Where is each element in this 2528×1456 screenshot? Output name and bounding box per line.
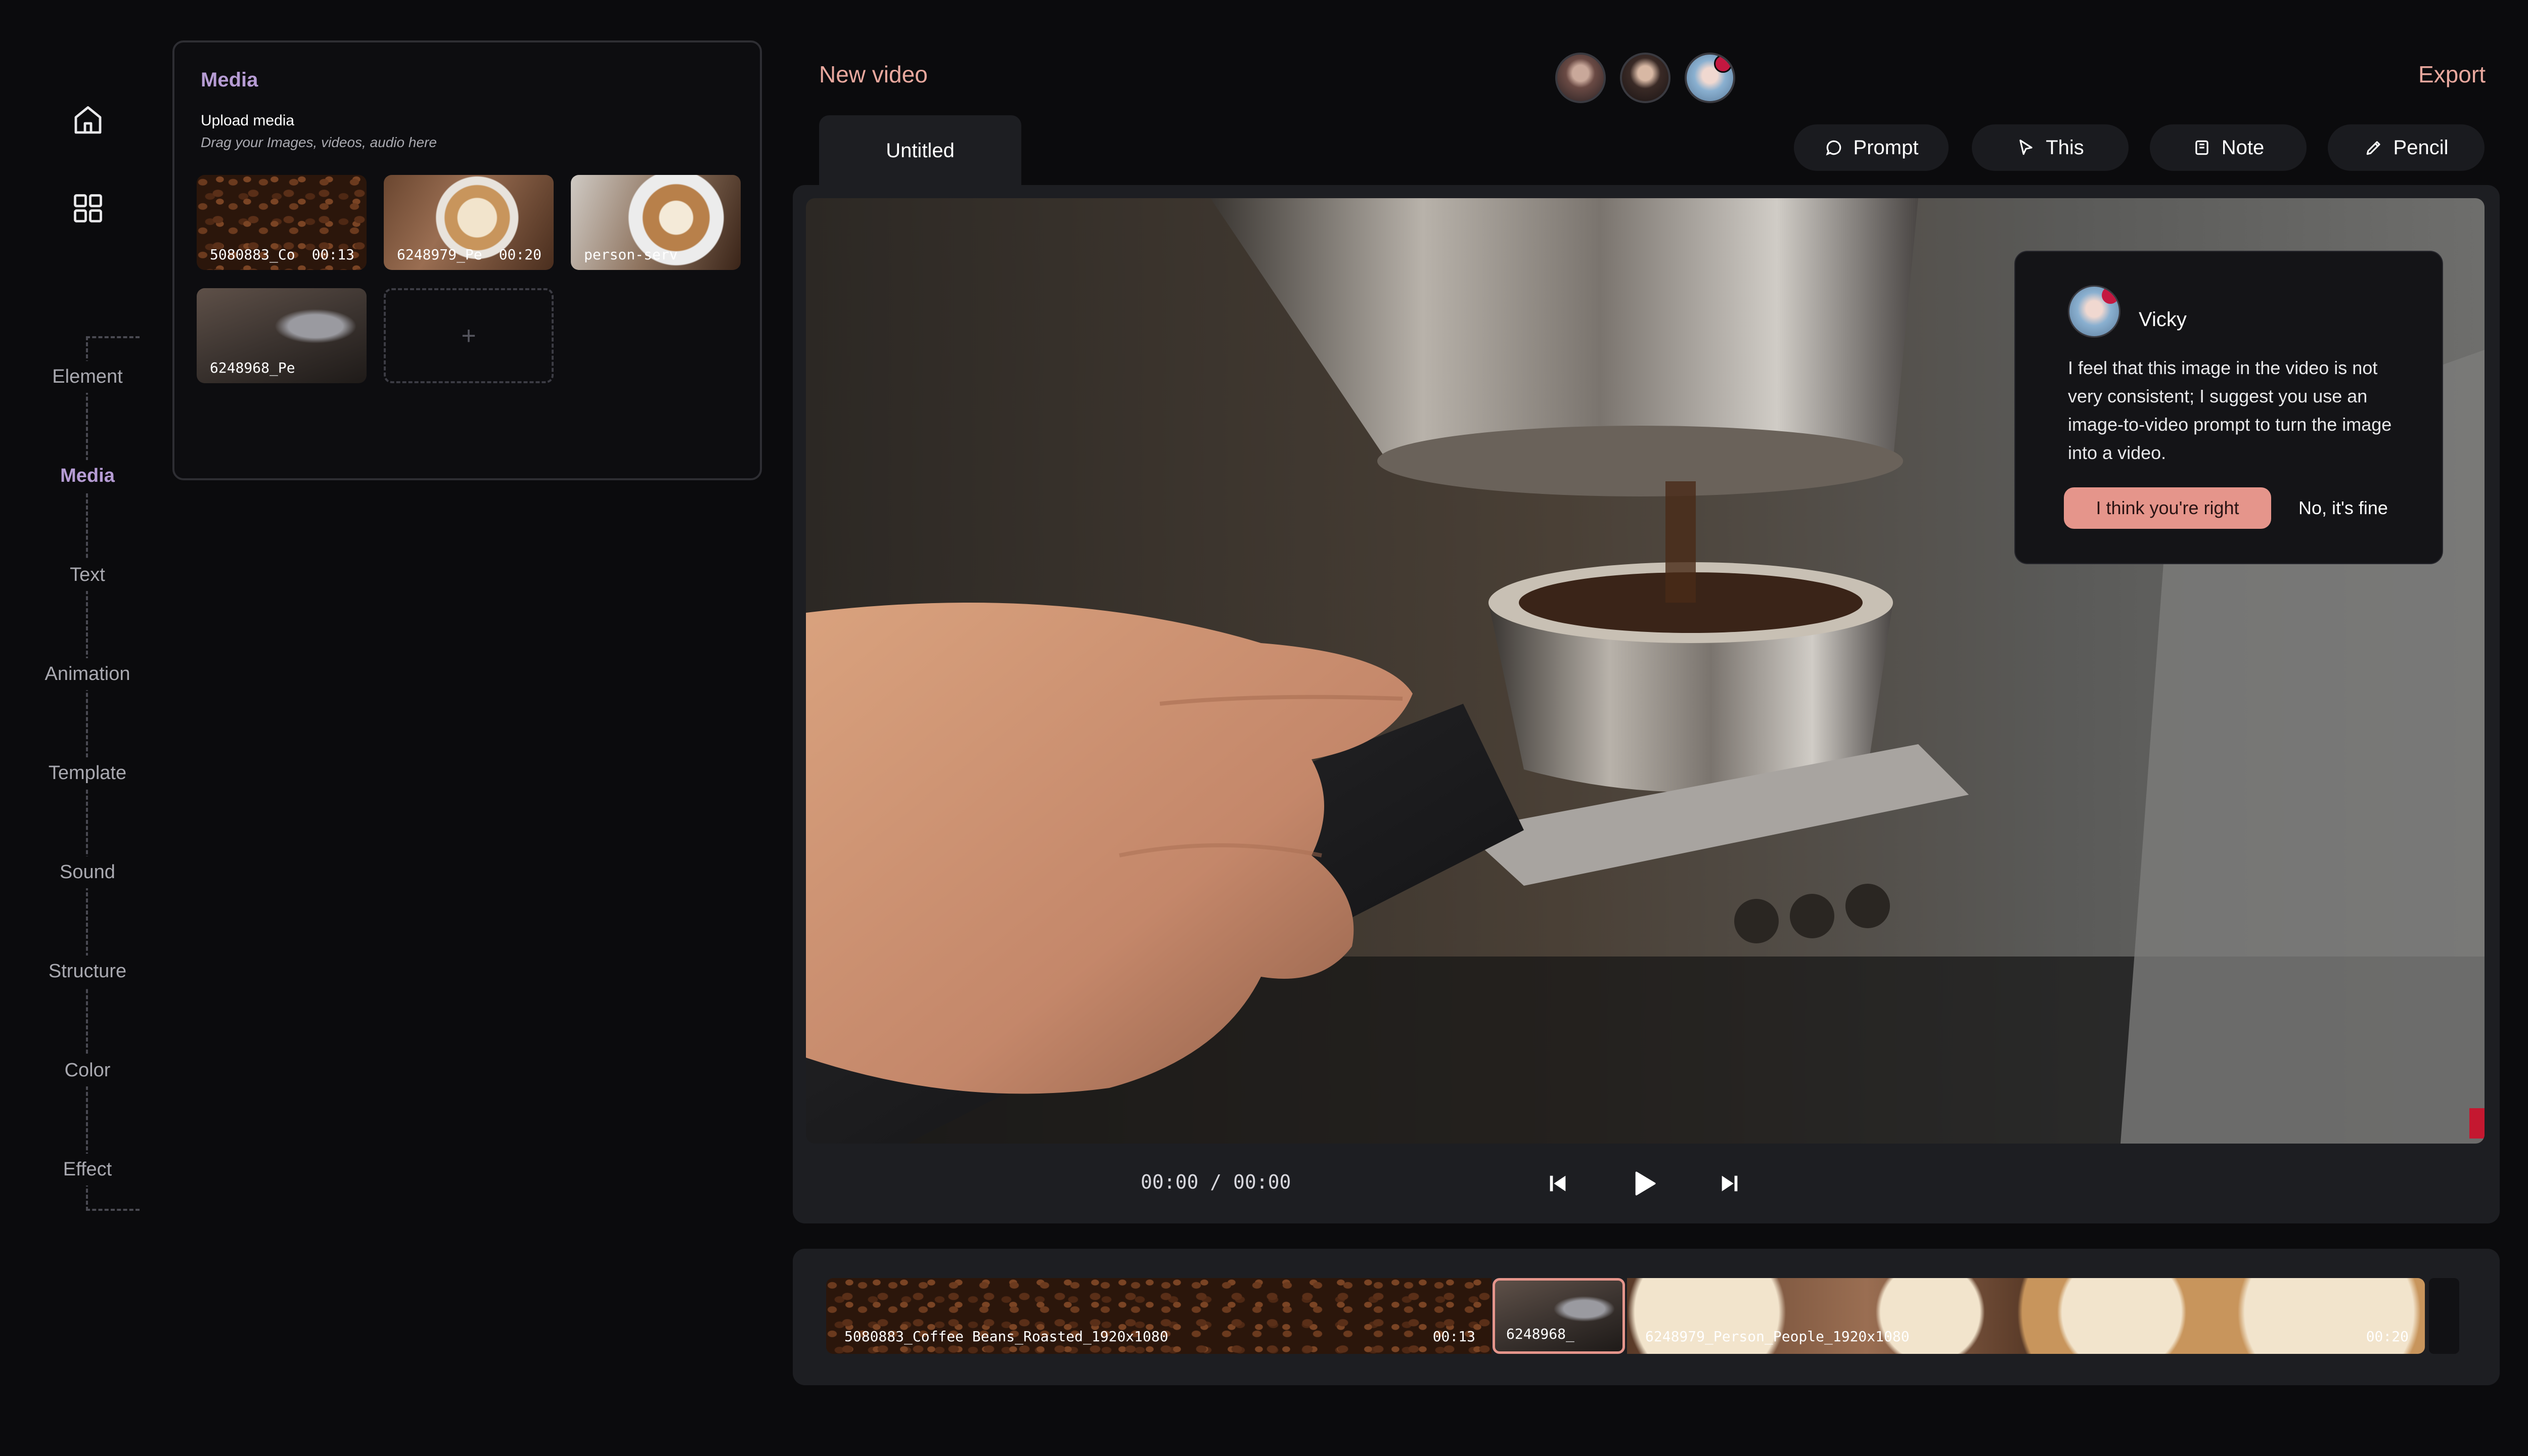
comment-text: I feel that this image in the video is n… [2068,357,2392,463]
this-label: This [2046,136,2084,159]
cursor-icon [2019,140,2033,155]
media-thumb-label: 6248979_Pe [397,246,482,263]
pencil-label: Pencil [2393,136,2449,159]
accept-suggestion-button[interactable]: I think you're right [2064,487,2271,529]
this-button[interactable]: This [1972,124,2129,171]
prompt-label: Prompt [1853,136,1919,159]
collaborator-avatar-1[interactable] [1555,53,1606,103]
plus-icon: + [461,322,476,350]
player-controls: 00:00 / 00:00 [793,1146,2500,1221]
timeline-clip-portafilter[interactable]: 6248968_ [1493,1278,1625,1354]
media-panel-title: Media [201,69,258,91]
tab-untitled[interactable]: Untitled [819,115,1021,186]
nav-element[interactable]: Element [0,361,175,393]
online-indicator-dot [1714,55,1732,73]
skip-forward-icon [1722,1175,1738,1192]
note-icon [2195,140,2208,155]
media-panel: Media Upload media Drag your Images, vid… [172,40,762,480]
add-media-button[interactable]: + [384,288,554,383]
media-thumb-label: 5080883_Co [210,246,295,263]
media-thumb-label: person-serv [584,246,678,263]
pencil-icon [2366,141,2380,155]
online-indicator-dot [2102,287,2119,304]
collaborator-avatar-2[interactable] [1620,53,1671,103]
media-thumb-duration: 00:20 [499,246,541,263]
upload-media-hint: Drag your Images, videos, audio here [201,134,437,150]
project-title[interactable]: New video [819,61,928,88]
media-thumb-person-latte[interactable]: 6248979_Pe 00:20 [384,175,554,270]
nav-template[interactable]: Template [0,757,175,789]
note-label: Note [2221,136,2265,159]
note-button[interactable]: Note [2150,124,2307,171]
play-button[interactable] [1627,1167,1660,1200]
decline-suggestion-button[interactable]: No, it's fine [2298,497,2388,519]
media-thumb-person-serving[interactable]: person-serv [571,175,741,270]
nav-effect[interactable]: Effect [0,1154,175,1186]
nav-color[interactable]: Color [0,1055,175,1086]
nav-text[interactable]: Text [0,559,175,591]
prompt-button[interactable]: Prompt [1794,124,1949,171]
clip-label: 6248968_ [1506,1326,1574,1342]
timeline-clip-person-latte[interactable]: 6248979_Person_People_1920x1080 00:20 [1627,1278,2425,1354]
nav-sound[interactable]: Sound [0,856,175,888]
comment-author: Vicky [2139,308,2187,331]
skip-back-button[interactable] [1541,1167,1574,1200]
export-button[interactable]: Export [2418,61,2486,88]
media-thumb-duration: 00:13 [311,246,354,263]
timeline-end-marker [2429,1278,2459,1354]
skip-forward-button[interactable] [1713,1167,1746,1200]
clip-duration: 00:20 [2366,1328,2409,1345]
clip-label: 5080883_Coffee Beans_Roasted_1920x1080 [844,1328,1168,1345]
video-stage: Vicky I feel that this image in the vide… [793,185,2500,1223]
nav-media[interactable]: Media [0,460,175,492]
upload-media-title[interactable]: Upload media [201,112,294,129]
skip-back-icon [1550,1175,1566,1192]
collaborator-avatar-vicky[interactable] [1685,53,1735,103]
comment-card: Vicky I feel that this image in the vide… [2014,251,2443,564]
chat-bubble-icon [1826,140,1841,156]
timeline-clip-coffee-beans[interactable]: 5080883_Coffee Beans_Roasted_1920x1080 0… [826,1278,1492,1354]
timecode: 00:00 / 00:00 [1141,1171,1291,1193]
media-thumb-portafilter[interactable]: 6248968_Pe [197,288,367,383]
left-rail: Element Media Text Animation Template So… [0,0,175,1456]
comment-avatar [2068,285,2120,338]
play-icon [1635,1171,1656,1196]
nav-structure[interactable]: Structure [0,956,175,987]
clip-label: 6248979_Person_People_1920x1080 [1645,1328,1910,1345]
nav-animation[interactable]: Animation [0,658,175,690]
media-thumb-coffee-beans[interactable]: 5080883_Co 00:13 [197,175,367,270]
timeline: 5080883_Coffee Beans_Roasted_1920x1080 0… [793,1249,2500,1385]
pencil-button[interactable]: Pencil [2328,124,2485,171]
clip-duration: 00:13 [1432,1328,1475,1345]
grid-icon[interactable] [70,190,106,226]
home-icon[interactable] [70,102,106,139]
media-thumb-label: 6248968_Pe [210,359,295,376]
